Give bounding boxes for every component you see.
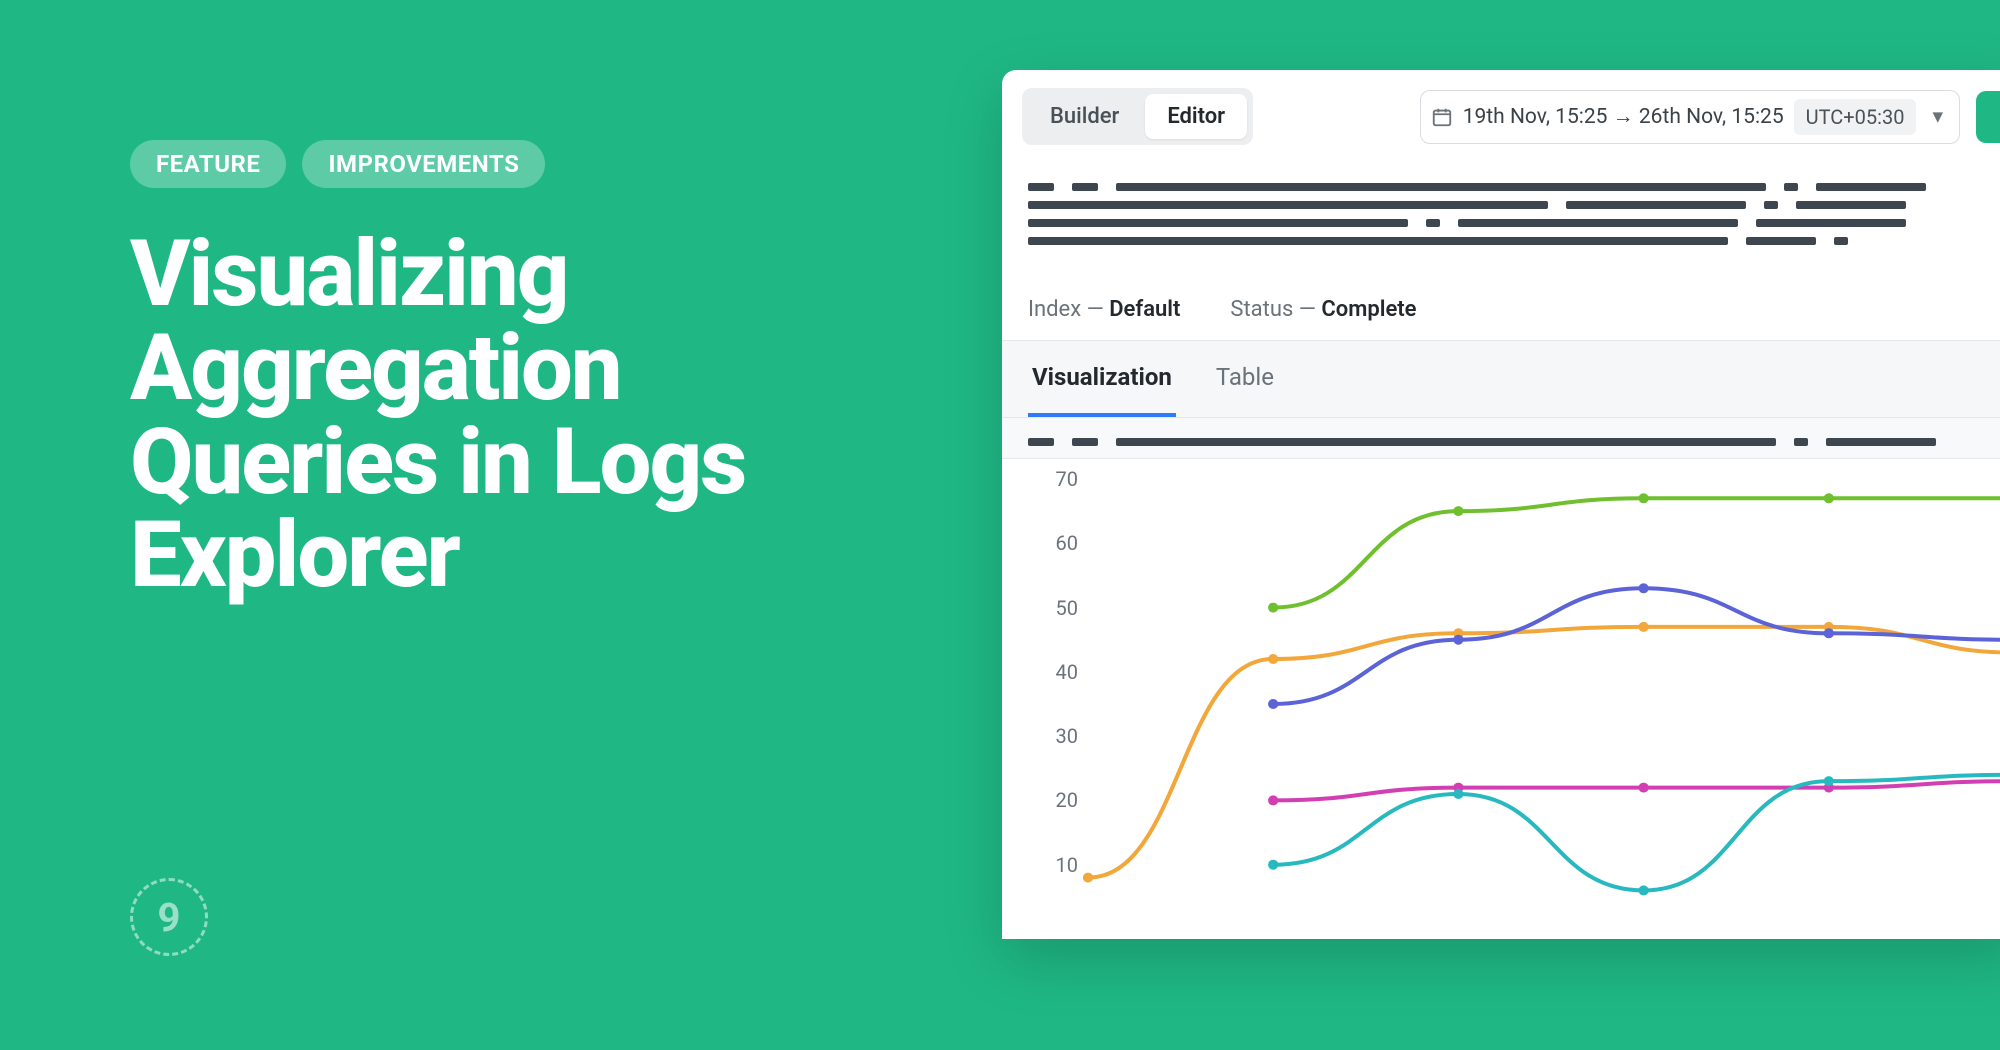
y-axis: 10203040506070 [1028, 479, 1078, 929]
data-point [1824, 776, 1834, 786]
y-tick: 10 [1028, 853, 1078, 877]
date-range-picker[interactable]: 19th Nov, 15:25 → 26th Nov, 15:25 UTC+05… [1420, 90, 1960, 144]
chevron-down-icon: ▾ [1926, 104, 1949, 129]
y-tick: 30 [1028, 724, 1078, 748]
data-point [1268, 860, 1278, 870]
query-editor[interactable] [1002, 163, 2000, 275]
data-point [1638, 493, 1648, 503]
data-point [1824, 493, 1834, 503]
viz-toolbar [1002, 418, 2000, 459]
badge-feature: FEATURE [130, 140, 286, 188]
toolbar: Builder Editor 19th Nov, 15:25 → 26th No… [1002, 70, 2000, 163]
date-range-text: 19th Nov, 15:25 → 26th Nov, 15:25 [1463, 105, 1784, 129]
status-value: Complete [1321, 297, 1416, 322]
data-point [1268, 795, 1278, 805]
data-point [1268, 699, 1278, 709]
status-label: Status [1230, 297, 1293, 322]
series-green [1273, 498, 2000, 607]
timezone-chip: UTC+05:30 [1794, 99, 1917, 135]
y-tick: 70 [1028, 467, 1078, 491]
data-point [1453, 635, 1463, 645]
brand-badge: 9 [130, 878, 208, 956]
calendar-icon [1431, 106, 1453, 128]
index-label: Index [1028, 297, 1081, 322]
chart-plot [1088, 479, 2000, 929]
data-point [1453, 789, 1463, 799]
index-value: Default [1109, 297, 1180, 322]
badge-improvements: IMPROVEMENTS [302, 140, 545, 188]
series-orange [1088, 627, 2000, 878]
y-tick: 50 [1028, 596, 1078, 620]
mode-toggle: Builder Editor [1022, 88, 1253, 145]
builder-tab-button[interactable]: Builder [1028, 94, 1141, 139]
query-meta: Index — Default Status — Complete [1002, 275, 2000, 341]
data-point [1638, 885, 1648, 895]
logs-explorer-window: Builder Editor 19th Nov, 15:25 → 26th No… [1002, 70, 2000, 939]
page-title: Visualizing Aggregation Queries in Logs … [130, 228, 890, 603]
data-point [1638, 622, 1648, 632]
data-point [1268, 654, 1278, 664]
editor-tab-button[interactable]: Editor [1145, 94, 1247, 139]
series-magenta [1273, 781, 2000, 800]
tab-table[interactable]: Table [1212, 341, 1278, 417]
data-point [1824, 628, 1834, 638]
series-indigo [1273, 588, 2000, 704]
data-point [1638, 583, 1648, 593]
result-tabs: Visualization Table [1002, 341, 2000, 418]
data-point [1268, 603, 1278, 613]
data-point [1083, 873, 1093, 883]
data-point [1638, 783, 1648, 793]
tab-visualization[interactable]: Visualization [1028, 341, 1176, 417]
run-query-button[interactable] [1976, 91, 2000, 143]
y-tick: 40 [1028, 660, 1078, 684]
data-point [1453, 506, 1463, 516]
chart: 10 20 30 40 50 60 70 [1002, 459, 2000, 939]
y-tick: 20 [1028, 788, 1078, 812]
y-tick: 60 [1028, 531, 1078, 555]
